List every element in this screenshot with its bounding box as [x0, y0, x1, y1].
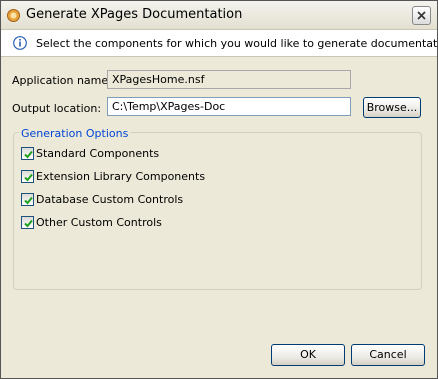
- close-button[interactable]: [412, 6, 431, 25]
- ok-button[interactable]: OK: [271, 344, 345, 366]
- checkmark-icon: [24, 219, 33, 228]
- checkmark-icon: [24, 173, 33, 182]
- database-custom-controls-label: Database Custom Controls: [36, 193, 184, 206]
- cancel-button[interactable]: Cancel: [351, 344, 425, 366]
- info-banner: Select the components for which you woul…: [1, 30, 438, 57]
- standard-components-checkbox[interactable]: [21, 147, 34, 160]
- dialog-window: Generate XPages Documentation Select the…: [0, 0, 438, 379]
- standard-components-label: Standard Components: [36, 147, 160, 160]
- xpages-app-icon: [7, 9, 20, 22]
- database-custom-controls-checkbox[interactable]: [21, 193, 34, 206]
- output-location-input[interactable]: C:\Temp\XPages-Doc: [107, 97, 351, 116]
- extension-library-label: Extension Library Components: [36, 170, 206, 183]
- info-icon: [13, 36, 27, 50]
- checkmark-icon: [24, 150, 33, 159]
- extension-library-checkbox[interactable]: [21, 170, 34, 183]
- app-name-field: XPagesHome.nsf: [107, 70, 351, 89]
- title-bar[interactable]: Generate XPages Documentation: [1, 1, 437, 30]
- checkmark-icon: [24, 196, 33, 205]
- other-custom-controls-checkbox[interactable]: [21, 216, 34, 229]
- app-name-label: Application name:: [12, 74, 112, 87]
- dialog-title: Generate XPages Documentation: [26, 7, 243, 22]
- output-location-label: Output location:: [12, 102, 102, 115]
- info-text: Select the components for which you woul…: [36, 37, 438, 50]
- generation-options-label: Generation Options: [19, 127, 131, 140]
- other-custom-controls-label: Other Custom Controls: [36, 216, 162, 229]
- browse-button[interactable]: Browse...: [363, 97, 421, 118]
